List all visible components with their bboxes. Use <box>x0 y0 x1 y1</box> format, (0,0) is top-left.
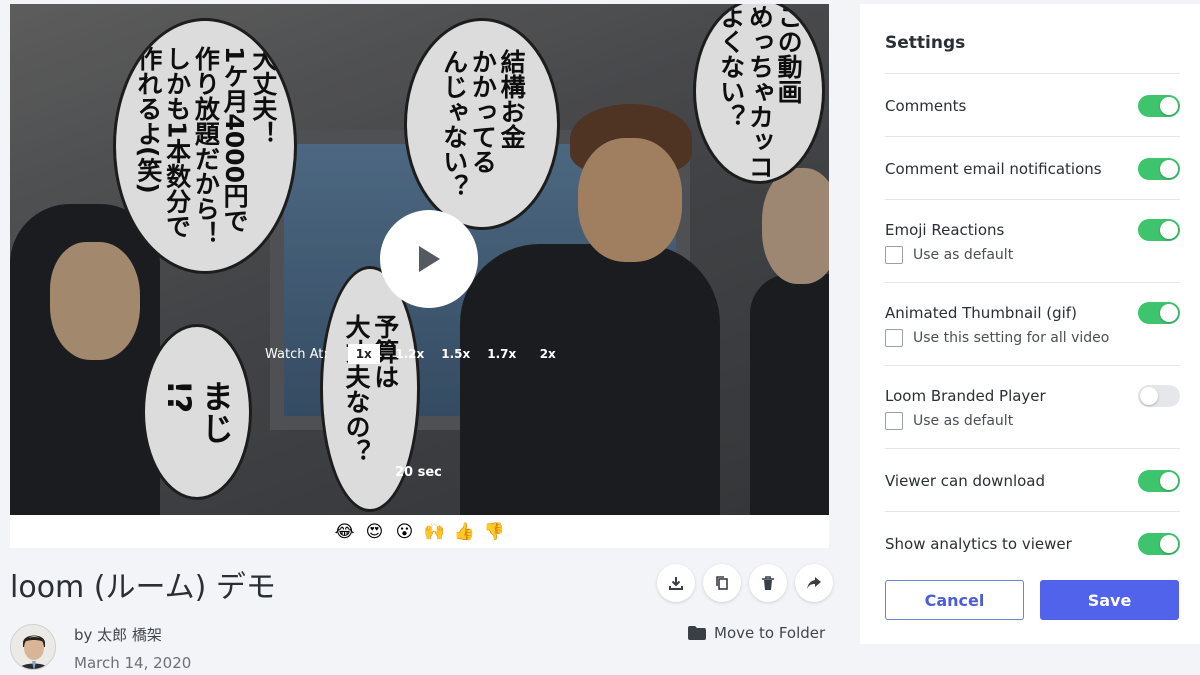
thumbnail-all-checkbox[interactable] <box>885 329 903 347</box>
speed-1x-button[interactable]: 1x <box>347 344 380 364</box>
download-button[interactable] <box>657 564 695 602</box>
setting-label: Show analytics to viewer <box>885 535 1072 553</box>
delete-button[interactable] <box>749 564 787 602</box>
copy-button[interactable] <box>703 564 741 602</box>
setting-label: Loom Branded Player <box>885 387 1046 405</box>
move-to-folder-button[interactable]: Move to Folder <box>688 624 825 642</box>
play-button[interactable] <box>380 210 478 308</box>
cancel-button[interactable]: Cancel <box>885 580 1024 620</box>
setting-show-analytics: Show analytics to viewer <box>885 511 1180 574</box>
play-icon <box>419 246 440 272</box>
branded-player-toggle[interactable] <box>1138 385 1180 407</box>
comment-email-toggle[interactable] <box>1138 158 1180 180</box>
reaction-thumbs-down[interactable]: 👎 <box>483 522 507 542</box>
thumbnail-all-checkbox-row[interactable]: Use this setting for all video <box>885 329 1109 347</box>
move-to-folder-label: Move to Folder <box>714 624 826 642</box>
reaction-heart-eyes[interactable]: 😍 <box>363 522 387 542</box>
video-actions <box>657 564 833 602</box>
emoji-reactions-bar: 😂 😍 😮 🙌 👍 👎 <box>10 515 829 548</box>
share-button[interactable] <box>795 564 833 602</box>
checkbox-label: Use this setting for all video <box>913 330 1110 346</box>
setting-label: Comments <box>885 97 967 115</box>
speed-2x-button[interactable]: 2x <box>532 344 564 364</box>
setting-label: Animated Thumbnail (gif) <box>885 304 1077 322</box>
setting-comment-email: Comment email notifications <box>885 136 1180 199</box>
setting-label: Emoji Reactions <box>885 221 1005 239</box>
copy-icon <box>716 576 728 590</box>
playback-speed-bar: Watch At: 1x 1.2x 1.5x 1.7x 2x <box>265 343 578 365</box>
video-player[interactable]: 大丈夫！ 1ケ月4000円で 作り放題だから！ しかも1本数分で 作れるよ(笑)… <box>10 4 829 515</box>
setting-branded-player: Loom Branded Player Use as default <box>885 365 1180 448</box>
video-duration: 20 sec <box>395 465 442 480</box>
show-analytics-toggle[interactable] <box>1138 533 1180 555</box>
branded-default-checkbox-row[interactable]: Use as default <box>885 412 1013 430</box>
speed-1-7x-button[interactable]: 1.7x <box>486 344 518 364</box>
reaction-laugh[interactable]: 😂 <box>333 522 357 542</box>
folder-icon <box>688 626 706 640</box>
author-name: by 太郎 橋架 <box>74 626 162 644</box>
settings-title: Settings <box>885 33 966 53</box>
trash-icon <box>762 576 774 590</box>
upload-date: March 14, 2020 <box>74 654 192 672</box>
branded-default-checkbox[interactable] <box>885 412 903 430</box>
setting-label: Comment email notifications <box>885 160 1102 178</box>
watch-at-label: Watch At: <box>265 346 328 362</box>
reaction-thumbs-up[interactable]: 👍 <box>453 522 477 542</box>
speed-1-5x-button[interactable]: 1.5x <box>440 344 472 364</box>
share-icon <box>807 577 821 589</box>
setting-animated-thumbnail: Animated Thumbnail (gif) Use this settin… <box>885 282 1180 365</box>
setting-viewer-download: Viewer can download <box>885 448 1180 511</box>
avatar-image <box>11 625 55 669</box>
download-icon <box>669 577 683 590</box>
save-button[interactable]: Save <box>1040 580 1179 620</box>
emoji-default-checkbox-row[interactable]: Use as default <box>885 246 1013 264</box>
reaction-raised-hands[interactable]: 🙌 <box>423 522 447 542</box>
video-title: loom (ルーム) デモ <box>10 570 276 605</box>
emoji-reactions-toggle[interactable] <box>1138 219 1180 241</box>
avatar[interactable] <box>10 624 56 670</box>
reaction-surprised[interactable]: 😮 <box>393 522 417 542</box>
emoji-default-checkbox[interactable] <box>885 246 903 264</box>
viewer-download-toggle[interactable] <box>1138 470 1180 492</box>
speed-1-2x-button[interactable]: 1.2x <box>394 344 426 364</box>
checkbox-label: Use as default <box>913 247 1014 263</box>
setting-comments: Comments <box>885 73 1180 136</box>
checkbox-label: Use as default <box>913 413 1014 429</box>
setting-emoji-reactions: Emoji Reactions Use as default <box>885 199 1180 282</box>
settings-panel: Settings Comments Comment email notifica… <box>860 4 1200 644</box>
setting-label: Viewer can download <box>885 472 1046 490</box>
animated-thumbnail-toggle[interactable] <box>1138 302 1180 324</box>
comments-toggle[interactable] <box>1138 95 1180 117</box>
